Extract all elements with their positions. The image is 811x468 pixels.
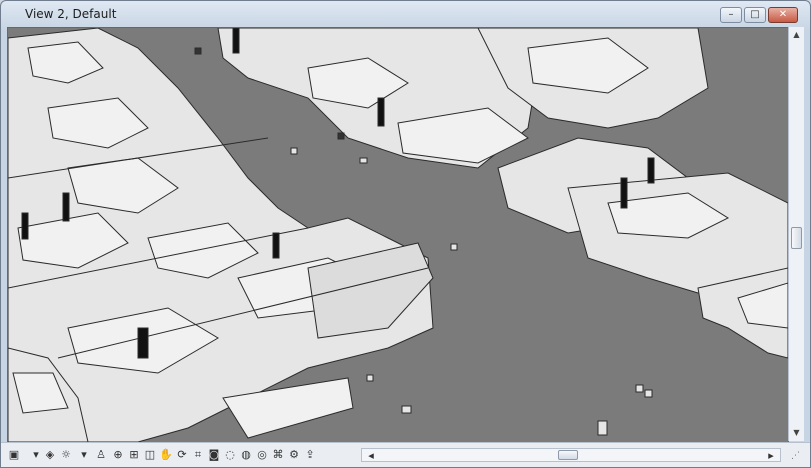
dropdown-arrow-icon[interactable]: ▾ xyxy=(29,448,43,462)
city-model-render xyxy=(8,28,788,442)
scroll-up-arrow-icon[interactable]: ▲ xyxy=(791,29,802,41)
view-cube-icon[interactable]: ▣ xyxy=(7,448,21,462)
view-control-bar: ▣ ▾ ◈ ☼ ▾ ♙ ⊕ ⊞ ◫ ✋ ⟳ ⌗ ◙ ◌ ◍ ◎ ⌘ ⚙ ⇪ ◂ ▸ ⋰ xyxy=(1,442,810,467)
camera-icon[interactable]: ◙ xyxy=(207,448,221,462)
minimize-button[interactable]: – xyxy=(720,7,742,23)
hide-icon[interactable]: ◌ xyxy=(223,448,237,462)
dropdown-arrow-icon[interactable]: ▾ xyxy=(77,448,91,462)
pan-icon[interactable]: ✋ xyxy=(159,448,173,462)
resize-grip-icon[interactable]: ⋰ xyxy=(791,451,803,463)
window-title: View 2, Default xyxy=(25,7,117,21)
settings-icon[interactable]: ⚙ xyxy=(287,448,301,462)
export-icon[interactable]: ⇪ xyxy=(303,448,317,462)
title-bar[interactable]: View 2, Default – □ ✕ xyxy=(1,1,810,27)
zoom-icon[interactable]: ⊕ xyxy=(111,448,125,462)
scroll-left-arrow-icon[interactable]: ◂ xyxy=(364,449,378,463)
vertical-scroll-thumb[interactable] xyxy=(791,227,802,249)
maximize-button[interactable]: □ xyxy=(744,7,766,23)
isolate-icon[interactable]: ◍ xyxy=(239,448,253,462)
reveal-icon[interactable]: ◎ xyxy=(255,448,269,462)
view-window: View 2, Default – □ ✕ ▲ ▼ ▣ ▾ ◈ ☼ ▾ ♙ ⊕ … xyxy=(0,0,811,468)
scroll-right-arrow-icon[interactable]: ▸ xyxy=(764,449,778,463)
analysis-icon[interactable]: ⌘ xyxy=(271,448,285,462)
scroll-down-arrow-icon[interactable]: ▼ xyxy=(791,427,802,439)
walk-icon[interactable]: ♙ xyxy=(94,448,108,462)
3d-viewport[interactable] xyxy=(7,27,789,443)
close-button[interactable]: ✕ xyxy=(768,7,798,23)
orbit-icon[interactable]: ⟳ xyxy=(175,448,189,462)
section-box-icon[interactable]: ◫ xyxy=(143,448,157,462)
horizontal-scrollbar[interactable]: ◂ ▸ xyxy=(361,448,781,462)
horizontal-scroll-thumb[interactable] xyxy=(558,450,578,460)
sun-icon[interactable]: ☼ xyxy=(59,448,73,462)
vertical-scrollbar[interactable]: ▲ ▼ xyxy=(788,27,804,441)
zoom-window-icon[interactable]: ⊞ xyxy=(127,448,141,462)
render-style-icon[interactable]: ◈ xyxy=(43,448,57,462)
crop-icon[interactable]: ⌗ xyxy=(191,448,205,462)
